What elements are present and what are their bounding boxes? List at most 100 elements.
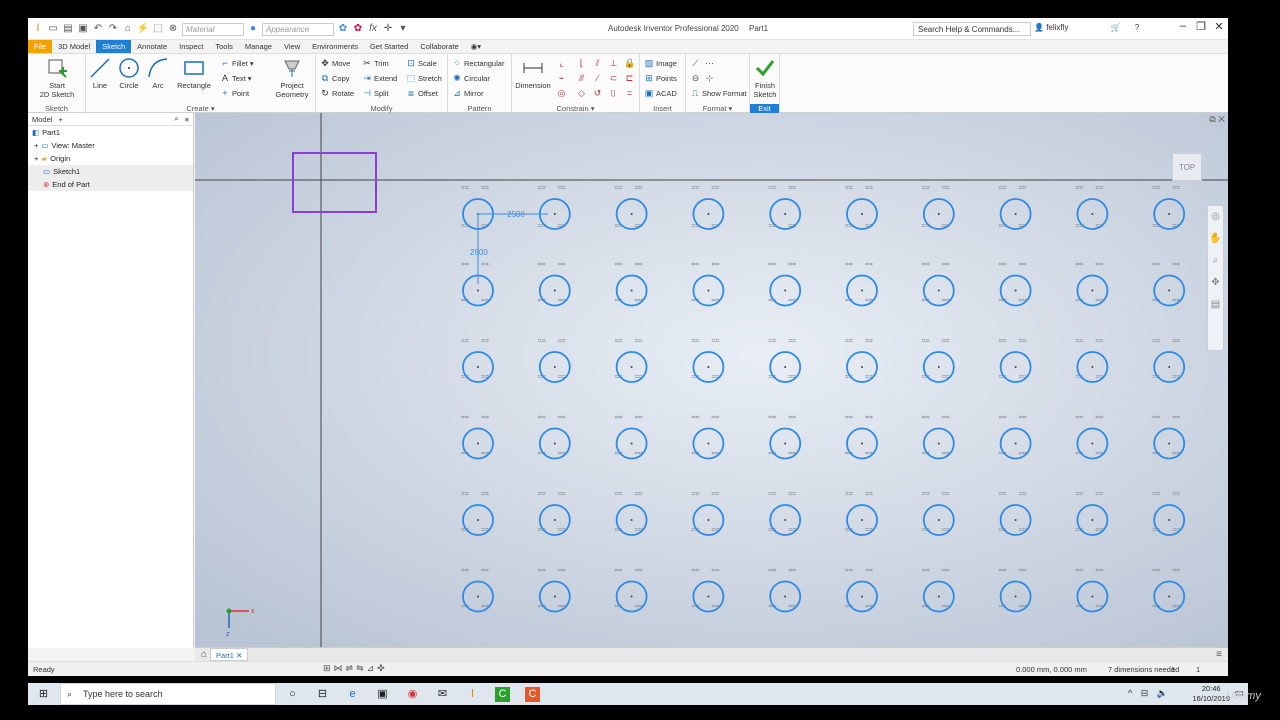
orbit-icon[interactable]: ✥ [1208, 272, 1223, 294]
tree-item-sketch1[interactable]: ▭ Sketch1 [28, 165, 193, 178]
acad-button[interactable]: ▣ ACAD [644, 88, 677, 99]
tangent-icon[interactable]: ⊂ [608, 73, 619, 84]
mail-icon[interactable]: ✉ [435, 687, 450, 702]
document-tab-part1[interactable]: Part1 ✕ [210, 648, 249, 661]
browser-tab-model[interactable]: Model [32, 115, 52, 124]
taskbar-clock[interactable]: 20:46 16/10/2019 [1192, 684, 1230, 704]
close-button[interactable]: ✕ [1210, 20, 1228, 33]
tab-annotate[interactable]: Annotate [131, 40, 173, 53]
tab-inspect[interactable]: Inspect [173, 40, 209, 53]
tab-sketch[interactable]: Sketch [96, 40, 132, 53]
redo-icon[interactable]: ↷ [107, 23, 119, 35]
task-view-icon[interactable]: ○ [285, 687, 300, 702]
cart-icon[interactable]: 🛒 [1111, 23, 1121, 32]
copy-button[interactable]: ⧉ Copy [320, 73, 350, 84]
pan-icon[interactable]: ✋ [1208, 228, 1223, 250]
sketch-canvas[interactable]: ⌗⌗ ⌗⌗ ⌗⌗ ⌗⌗ ⌗⌗ ⌗⌗ ⌗⌗ ⌗⌗ ⌗⌗ ⌗⌗ ⌗⌗ ⌗⌗ ⌗⌗ ⌗⌗ ⌗⌗ ⌗⌗ ⌗⌗ ⌗⌗ ⌗⌗ ⌗⌗… [195, 113, 1228, 647]
inventor-logo-icon[interactable]: Ⅰ [32, 23, 44, 35]
tab-manage[interactable]: Manage [239, 40, 278, 53]
construction-icon[interactable]: ⟋ [690, 58, 701, 69]
user-account[interactable]: 👤 felixfly 🛒 ? [1034, 23, 1139, 32]
move-button[interactable]: ✥ Move [320, 58, 350, 69]
tree-item-origin[interactable]: + ▰ Origin [28, 152, 193, 165]
stretch-button[interactable]: ⬚ Stretch [406, 73, 442, 84]
app-orange-icon[interactable]: C [525, 687, 540, 702]
start-2d-sketch-button[interactable]: Start 2D Sketch [36, 57, 78, 99]
mirror-button[interactable]: ⊿ Mirror [452, 88, 483, 99]
status-tools-icons[interactable]: ⊞⋈⇌⇋⊿✜ [323, 663, 388, 674]
windows-start-icon[interactable]: ⊞ [36, 687, 51, 702]
tab-environments[interactable]: Environments [306, 40, 364, 53]
multitask-icon[interactable]: ⊟ [315, 687, 330, 702]
close-tab-icon[interactable]: ✕ [236, 651, 242, 660]
system-tray-icons[interactable]: ^ ⊟ 🔈 [1128, 688, 1171, 699]
search-icon[interactable]: ⌕ [174, 114, 178, 124]
panel-label-create[interactable]: Create ▾ [86, 104, 315, 113]
tree-item-part1[interactable]: ◧ Part1 [28, 126, 193, 139]
ribbon-options-icon[interactable]: ◉▾ [465, 40, 487, 53]
update-icon[interactable]: ⚡ [137, 23, 149, 35]
viewcube[interactable]: TOP [1172, 153, 1202, 181]
collinear-icon[interactable]: ⌁ [556, 73, 567, 84]
driven-dimension-icon[interactable]: ⊹ [704, 73, 715, 84]
tree-item-end-of-part[interactable]: ⊗ End of Part [28, 178, 193, 191]
tab-file[interactable]: File [28, 40, 53, 53]
points-button[interactable]: ⊞ Points [644, 73, 677, 84]
perpendicular-icon[interactable]: ⊥ [608, 58, 619, 69]
steering-wheel-icon[interactable]: ◎ [1208, 206, 1223, 228]
finish-sketch-button[interactable]: Finish Sketch [750, 57, 780, 99]
zoom-icon[interactable]: ⌕ [1208, 250, 1223, 272]
horizontal-icon[interactable]: ⫻ [576, 73, 587, 84]
panel-label-format[interactable]: Format ▾ [686, 104, 749, 113]
browser-add-tab[interactable]: + [58, 115, 62, 124]
home-tab-icon[interactable]: ⌂ [201, 649, 207, 660]
chrome-icon[interactable]: ◉ [405, 687, 420, 702]
rectangular-pattern-button[interactable]: ⁘ Rectangular [452, 58, 504, 69]
lock-icon[interactable]: 🔒 [624, 58, 635, 69]
extend-button[interactable]: ⇥ Extend [362, 73, 397, 84]
tab-view[interactable]: View [278, 40, 306, 53]
offset-button[interactable]: ⧈ Offset [406, 88, 438, 99]
rotate-button[interactable]: ↻ Rotate [320, 88, 354, 99]
arc-button[interactable]: Arc [146, 57, 170, 90]
point-button[interactable]: + Point [220, 88, 249, 99]
menu-icon[interactable]: ≡ [185, 115, 189, 124]
split-button[interactable]: ⊣ Split [362, 88, 389, 99]
trim-button[interactable]: ✂ Trim [362, 58, 389, 69]
rectangle-button[interactable]: Rectangle [174, 57, 214, 90]
parallel-icon[interactable]: ⫽ [592, 58, 603, 69]
taskbar-search[interactable]: ⌕ Type here to search [60, 683, 276, 705]
home-icon[interactable]: ⌂ [122, 23, 134, 35]
line-button[interactable]: Line [88, 57, 112, 90]
circle-button[interactable]: Circle [116, 57, 142, 90]
dim-vertical-value[interactable]: 2500 [470, 248, 488, 257]
center-point-icon[interactable]: ⊖ [690, 73, 701, 84]
search-help-input[interactable]: Search Help & Commands... [913, 22, 1031, 36]
tab-get-started[interactable]: Get Started [364, 40, 414, 53]
open-icon[interactable]: ▤ [62, 23, 74, 35]
show-constraints-icon[interactable]: ⌷ [608, 88, 619, 99]
circular-pattern-button[interactable]: ✺ Circular [452, 73, 490, 84]
clear-icon[interactable]: ✿ [352, 23, 364, 35]
undo-icon[interactable]: ↶ [92, 23, 104, 35]
centerline-icon[interactable]: ⋯ [704, 58, 715, 69]
customize-chevron-icon[interactable]: ▾ [397, 23, 409, 35]
show-format-button[interactable]: ⎍ Show Format [690, 88, 747, 99]
adjust-icon[interactable]: ✿ [337, 23, 349, 35]
minimize-button[interactable]: – [1174, 20, 1192, 33]
inventor-taskbar-icon[interactable]: Ⅰ [465, 687, 480, 702]
equal-icon[interactable]: = [624, 88, 635, 99]
panel-label-constrain[interactable]: Constrain ▾ [512, 104, 639, 113]
edge-icon[interactable]: e [345, 687, 360, 702]
equal-constraint-icon[interactable]: ↺ [592, 88, 603, 99]
fix-icon[interactable]: ⌊ [576, 58, 587, 69]
expand-icon[interactable]: + [34, 139, 38, 152]
dim-horizontal-value[interactable]: 2500 [507, 210, 525, 219]
fillet-button[interactable]: ⌐ Fillet ▾ [220, 58, 253, 69]
help-icon[interactable]: ? [1135, 23, 1139, 32]
tab-tools[interactable]: Tools [209, 40, 239, 53]
look-at-icon[interactable]: ▤ [1208, 294, 1223, 316]
tree-item-view-master[interactable]: + ▭ View: Master [28, 139, 193, 152]
coincident-icon[interactable]: ⌞ [556, 58, 567, 69]
store-icon[interactable]: ▣ [375, 687, 390, 702]
